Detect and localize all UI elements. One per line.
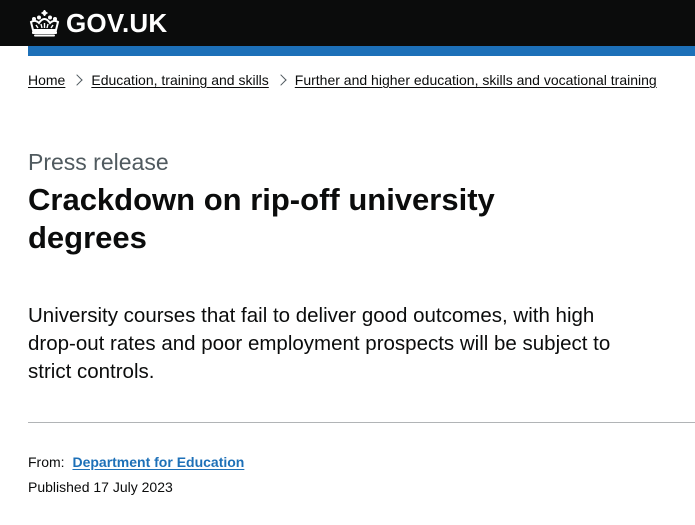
published-date: 17 July 2023 bbox=[93, 479, 173, 495]
breadcrumb: Home Education, training and skills Furt… bbox=[28, 71, 695, 89]
page-caption: Press release bbox=[28, 149, 169, 175]
breadcrumb-home[interactable]: Home bbox=[28, 71, 65, 89]
header-accent-bar bbox=[28, 46, 695, 56]
organisation-link[interactable]: Department for Education bbox=[72, 454, 244, 470]
metadata-from: From: Department for Education bbox=[28, 453, 244, 471]
lead-paragraph: University courses that fail to deliver … bbox=[28, 304, 611, 383]
published-label: Published bbox=[28, 479, 90, 495]
from-label: From: bbox=[28, 454, 65, 470]
govuk-home-link[interactable]: GOV.UK bbox=[28, 7, 167, 39]
section-divider bbox=[28, 422, 695, 423]
govuk-logotype: GOV.UK bbox=[66, 8, 168, 38]
breadcrumb-further-higher-education[interactable]: Further and higher education, skills and… bbox=[295, 71, 657, 89]
site-header: GOV.UK bbox=[0, 0, 695, 46]
breadcrumb-education-training-skills[interactable]: Education, training and skills bbox=[91, 71, 268, 89]
crown-icon bbox=[29, 9, 60, 36]
metadata-published: Published 17 July 2023 bbox=[28, 478, 173, 496]
page-title: Crackdown on rip-off university degrees bbox=[28, 182, 495, 255]
chevron-right-icon bbox=[275, 74, 287, 86]
chevron-right-icon bbox=[71, 74, 84, 86]
